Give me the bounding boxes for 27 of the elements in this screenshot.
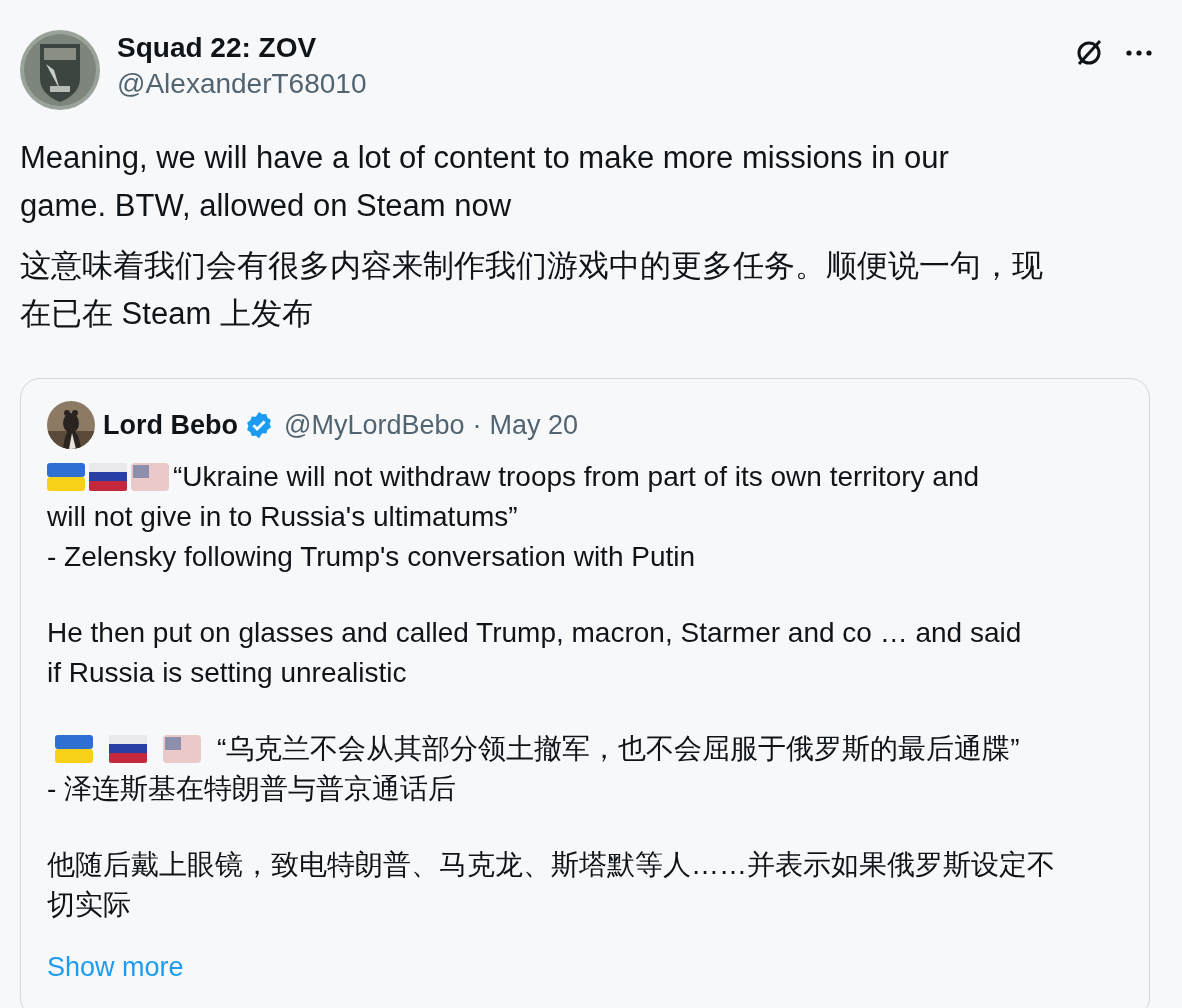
author-handle: @AlexanderT68010 (117, 67, 367, 101)
russia-flag-icon (109, 735, 147, 763)
tweet-text: Meaning, we will have a lot of content to make more missions in our (20, 139, 950, 177)
author-name: Squad 22: ZOV (117, 31, 318, 65)
ukraine-flag-icon (55, 735, 93, 763)
author-name: Lord Bebo (103, 408, 238, 442)
show-more-link[interactable]: Show more (47, 947, 184, 988)
post-text: “Ukraine will not withdraw troops from part of its own territory and (173, 460, 980, 494)
usa-flag-icon (163, 735, 201, 763)
ukraine-flag-icon (47, 463, 85, 491)
russia-flag-icon (89, 463, 127, 491)
post-text: - Zelensky following Trump's conversation with Putin (47, 540, 697, 574)
post-date: May 20 (489, 408, 579, 442)
post-text: if Russia is setting unrealistic (47, 656, 408, 690)
post-text: - 泽连斯基在特朗普与普京通话后 (47, 772, 458, 806)
tweet-text: 在已在 Steam 上发布 (20, 295, 314, 333)
post-text: will not give in to Russia's ultimatums” (47, 500, 519, 534)
post-text: He then put on glasses and called Trump, macron, Starmer and co … and said (47, 616, 1023, 650)
usa-flag-icon (131, 463, 169, 491)
more-icon[interactable] (1126, 50, 1152, 56)
post-text: 切实际 (47, 888, 132, 922)
tweet-text: 这意味着我们会有很多内容来制作我们游戏中的更多任务。顺便说一句，现 (20, 247, 1044, 285)
separator: · (472, 408, 482, 442)
post-text: “乌克兰不会从其部分领土撤军，也不会屈服于俄罗斯的最后通牒” (217, 732, 1020, 766)
author-handle: @MyLordBebo (284, 408, 465, 442)
post-text: 他随后戴上眼镜，致电特朗普、马克龙、斯塔默等人……并表示如果俄罗斯设定不 (47, 848, 1056, 882)
tweet-text: game. BTW, allowed on Steam now (20, 187, 513, 225)
